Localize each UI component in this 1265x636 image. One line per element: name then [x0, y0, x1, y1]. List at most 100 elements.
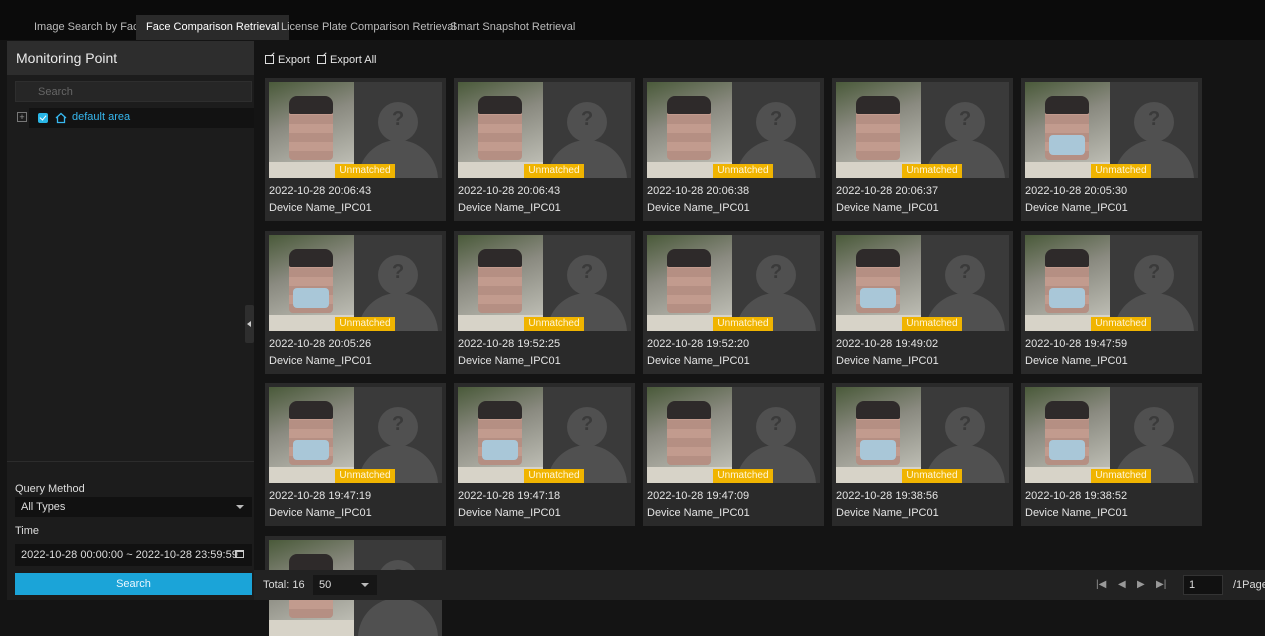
result-card[interactable]: ? Unmatched 2022-10-28 19:49:02 Device Name…: [832, 231, 1013, 374]
blurred-face: [667, 96, 711, 160]
next-page-icon[interactable]: ▶: [1137, 579, 1145, 590]
result-card[interactable]: ? Unmatched 2022-10-28 20:05:30 Device Name…: [1021, 78, 1202, 221]
export-icon: [317, 55, 326, 64]
tab-face-comparison-retrieval[interactable]: Face Comparison Retrieval: [136, 15, 290, 40]
collapse-sidebar-handle[interactable]: [245, 305, 254, 343]
device-name: Device Name_IPC01: [1025, 355, 1128, 367]
tab-smart-snapshot-retrieval[interactable]: Smart Snapshot Retrieval: [440, 15, 585, 40]
blurred-face: [1045, 401, 1089, 465]
checkbox-icon[interactable]: [38, 113, 48, 123]
question-mark-icon: ?: [581, 261, 594, 283]
tab-bar: Image Search by Face Face Comparison Ret…: [0, 0, 1265, 40]
blurred-face: [667, 249, 711, 313]
question-mark-icon: ?: [959, 413, 972, 435]
time-label: Time: [15, 525, 40, 537]
result-card[interactable]: ? Unmatched 2022-10-28 19:47:18 Device Name…: [454, 383, 635, 526]
last-page-icon[interactable]: ▶|: [1156, 579, 1166, 590]
snapshot-shirt: [269, 620, 354, 636]
export-button[interactable]: Export: [265, 54, 310, 66]
export-label: Export: [278, 54, 310, 66]
capture-time: 2022-10-28 19:38:56: [836, 490, 939, 502]
silhouette-body: [358, 598, 438, 636]
first-page-icon[interactable]: |◀: [1096, 579, 1106, 590]
device-name: Device Name_IPC01: [458, 507, 561, 519]
question-mark-icon: ?: [770, 413, 783, 435]
time-range-field[interactable]: 2022-10-28 00:00:00 ~ 2022-10-28 23:59:5…: [15, 544, 252, 566]
capture-time: 2022-10-28 20:06:38: [647, 185, 750, 197]
search-input[interactable]: [15, 81, 252, 102]
device-name: Device Name_IPC01: [836, 202, 939, 214]
question-mark-icon: ?: [581, 413, 594, 435]
device-name: Device Name_IPC01: [836, 355, 939, 367]
face-mask: [860, 288, 896, 308]
status-badge: Unmatched: [524, 317, 584, 331]
status-badge: Unmatched: [1091, 164, 1151, 178]
result-card[interactable]: ? Unmatched 2022-10-28 19:38:56 Device Name…: [832, 383, 1013, 526]
pagination-bar: Total: 16 50 |◀ ◀ ▶ ▶| /1Page: [254, 570, 1265, 600]
capture-time: 2022-10-28 19:47:59: [1025, 338, 1128, 350]
result-card[interactable]: ? Unmatched 2022-10-28 19:47:19 Device Name…: [265, 383, 446, 526]
export-all-label: Export All: [330, 54, 377, 66]
capture-time: 2022-10-28 19:47:09: [647, 490, 750, 502]
query-method-select[interactable]: All Types: [15, 497, 252, 517]
chevron-down-icon: [361, 583, 369, 587]
blurred-face: [667, 401, 711, 465]
device-name: Device Name_IPC01: [458, 355, 561, 367]
status-badge: Unmatched: [335, 317, 395, 331]
blurred-face: [289, 96, 333, 160]
query-method-label: Query Method: [15, 483, 85, 495]
status-badge: Unmatched: [335, 164, 395, 178]
question-mark-icon: ?: [1148, 108, 1161, 130]
search-button[interactable]: Search: [15, 573, 252, 595]
result-card[interactable]: ? Unmatched 2022-10-28 19:52:25 Device Name…: [454, 231, 635, 374]
capture-time: 2022-10-28 19:49:02: [836, 338, 939, 350]
face-mask: [1049, 288, 1085, 308]
device-name: Device Name_IPC01: [269, 355, 372, 367]
page-size-value: 50: [319, 579, 332, 591]
status-badge: Unmatched: [524, 164, 584, 178]
prev-page-icon[interactable]: ◀: [1118, 579, 1126, 590]
blurred-face: [1045, 249, 1089, 313]
question-mark-icon: ?: [392, 261, 405, 283]
question-mark-icon: ?: [392, 413, 405, 435]
result-card[interactable]: ? Unmatched 2022-10-28 19:47:59 Device Name…: [1021, 231, 1202, 374]
calendar-icon[interactable]: [235, 550, 244, 558]
tree-item-default-area[interactable]: default area: [29, 108, 254, 128]
face-mask: [1049, 440, 1085, 460]
blurred-face: [478, 401, 522, 465]
results-panel: Export Export All ? Unmatched 2022-10-28 2…: [254, 41, 1265, 636]
expand-icon[interactable]: +: [17, 112, 27, 122]
device-name: Device Name_IPC01: [1025, 507, 1128, 519]
capture-time: 2022-10-28 19:38:52: [1025, 490, 1128, 502]
result-card[interactable]: ?: [265, 536, 446, 636]
face-mask: [482, 440, 518, 460]
result-card[interactable]: ? Unmatched 2022-10-28 19:47:09 Device Name…: [643, 383, 824, 526]
chevron-down-icon: [236, 505, 244, 509]
status-badge: Unmatched: [524, 469, 584, 483]
result-card[interactable]: ? Unmatched 2022-10-28 20:05:26 Device Name…: [265, 231, 446, 374]
home-icon: [55, 112, 67, 124]
query-method-value: All Types: [21, 501, 66, 513]
capture-time: 2022-10-28 20:05:30: [1025, 185, 1128, 197]
device-name: Device Name_IPC01: [1025, 202, 1128, 214]
blurred-face: [478, 249, 522, 313]
result-card[interactable]: ? Unmatched 2022-10-28 20:06:38 Device Name…: [643, 78, 824, 221]
result-card[interactable]: ? Unmatched 2022-10-28 20:06:43 Device Name…: [454, 78, 635, 221]
tab-license-plate-comparison-retrieval[interactable]: License Plate Comparison Retrieval: [271, 15, 466, 40]
capture-time: 2022-10-28 19:52:20: [647, 338, 750, 350]
result-card[interactable]: ? Unmatched 2022-10-28 19:38:52 Device Name…: [1021, 383, 1202, 526]
result-card[interactable]: ? Unmatched 2022-10-28 20:06:37 Device Name…: [832, 78, 1013, 221]
export-all-button[interactable]: Export All: [317, 54, 376, 66]
question-mark-icon: ?: [770, 261, 783, 283]
sidebar: Monitoring Point + default area Query Me…: [7, 41, 254, 600]
capture-time: 2022-10-28 20:06:43: [458, 185, 561, 197]
capture-time: 2022-10-28 20:05:26: [269, 338, 372, 350]
page-number-input[interactable]: [1183, 575, 1223, 595]
result-card[interactable]: ? Unmatched 2022-10-28 19:52:20 Device Name…: [643, 231, 824, 374]
result-card[interactable]: ? Unmatched 2022-10-28 20:06:43 Device Name…: [265, 78, 446, 221]
page-size-select[interactable]: 50: [313, 575, 377, 595]
capture-time: 2022-10-28 19:52:25: [458, 338, 561, 350]
status-badge: Unmatched: [902, 469, 962, 483]
face-mask: [293, 288, 329, 308]
face-mask: [860, 440, 896, 460]
